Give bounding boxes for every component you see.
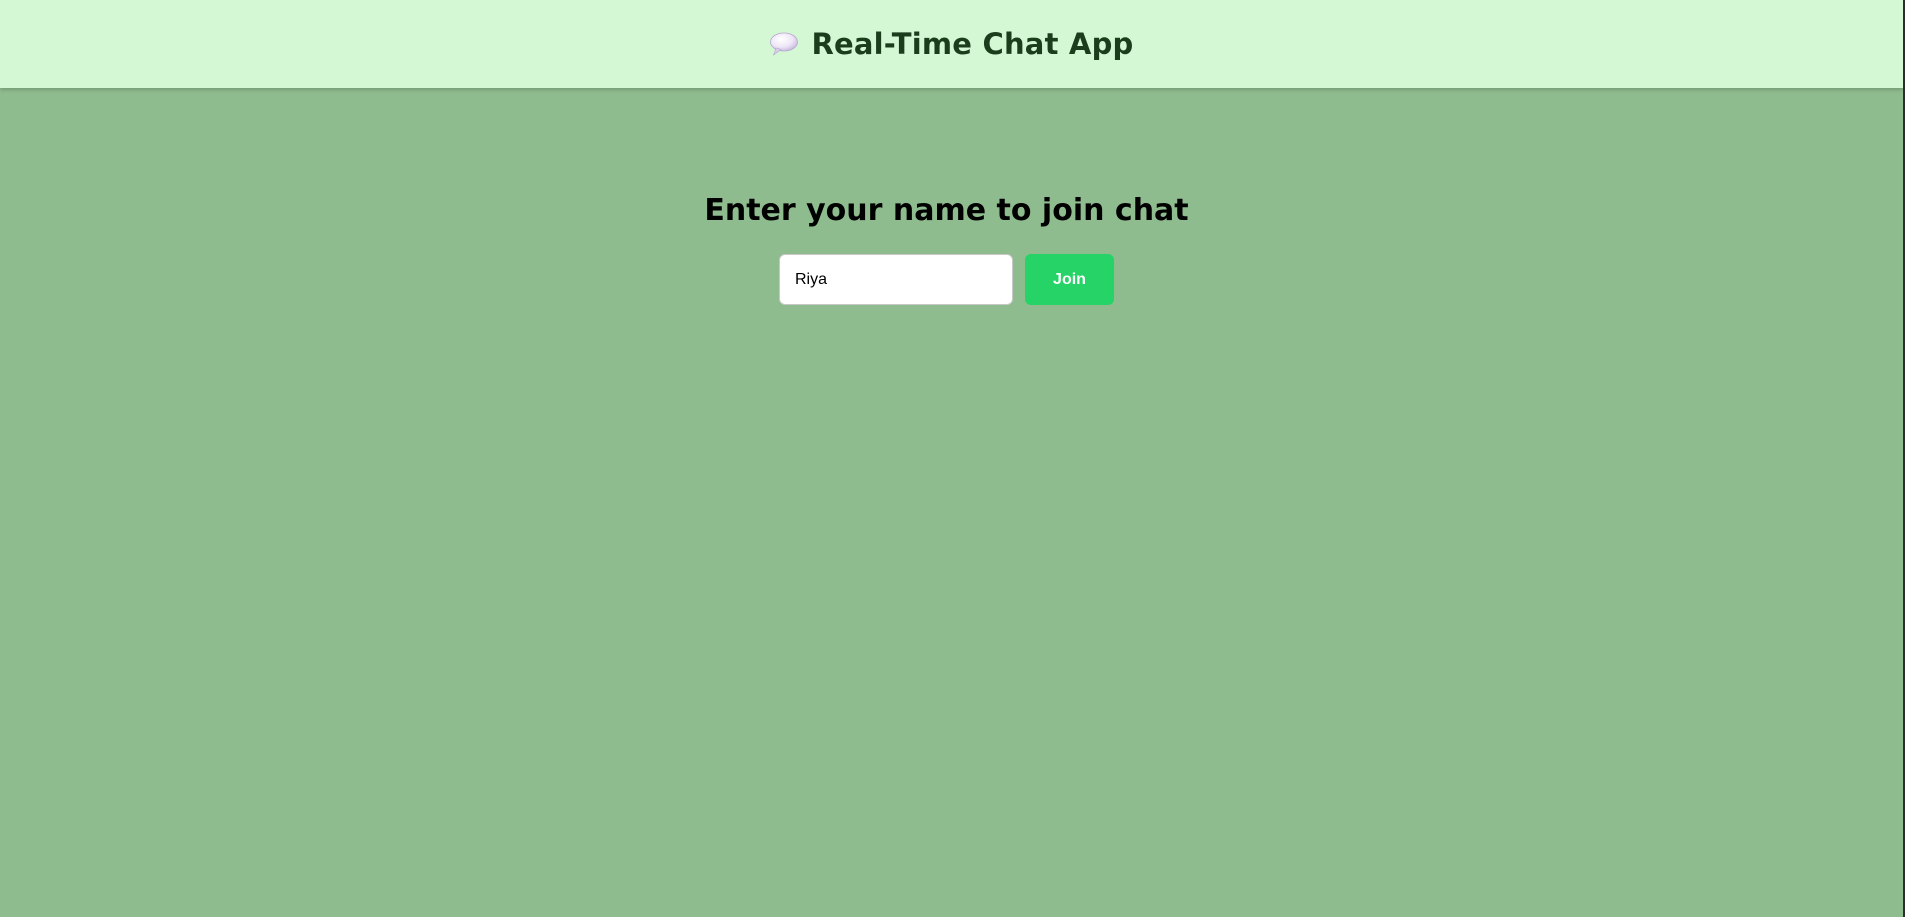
join-heading: Enter your name to join chat [704,193,1189,228]
app-title: Real-Time Chat App [811,27,1134,61]
speech-bubble-icon [769,29,799,59]
join-button[interactable]: Join [1025,254,1114,305]
join-section: Enter your name to join chat Join [0,188,1893,305]
chat-app: Real-Time Chat App Enter your name to jo… [0,0,1905,917]
join-form: Join [779,254,1114,305]
name-input[interactable] [779,254,1013,305]
app-header: Real-Time Chat App [0,0,1903,88]
